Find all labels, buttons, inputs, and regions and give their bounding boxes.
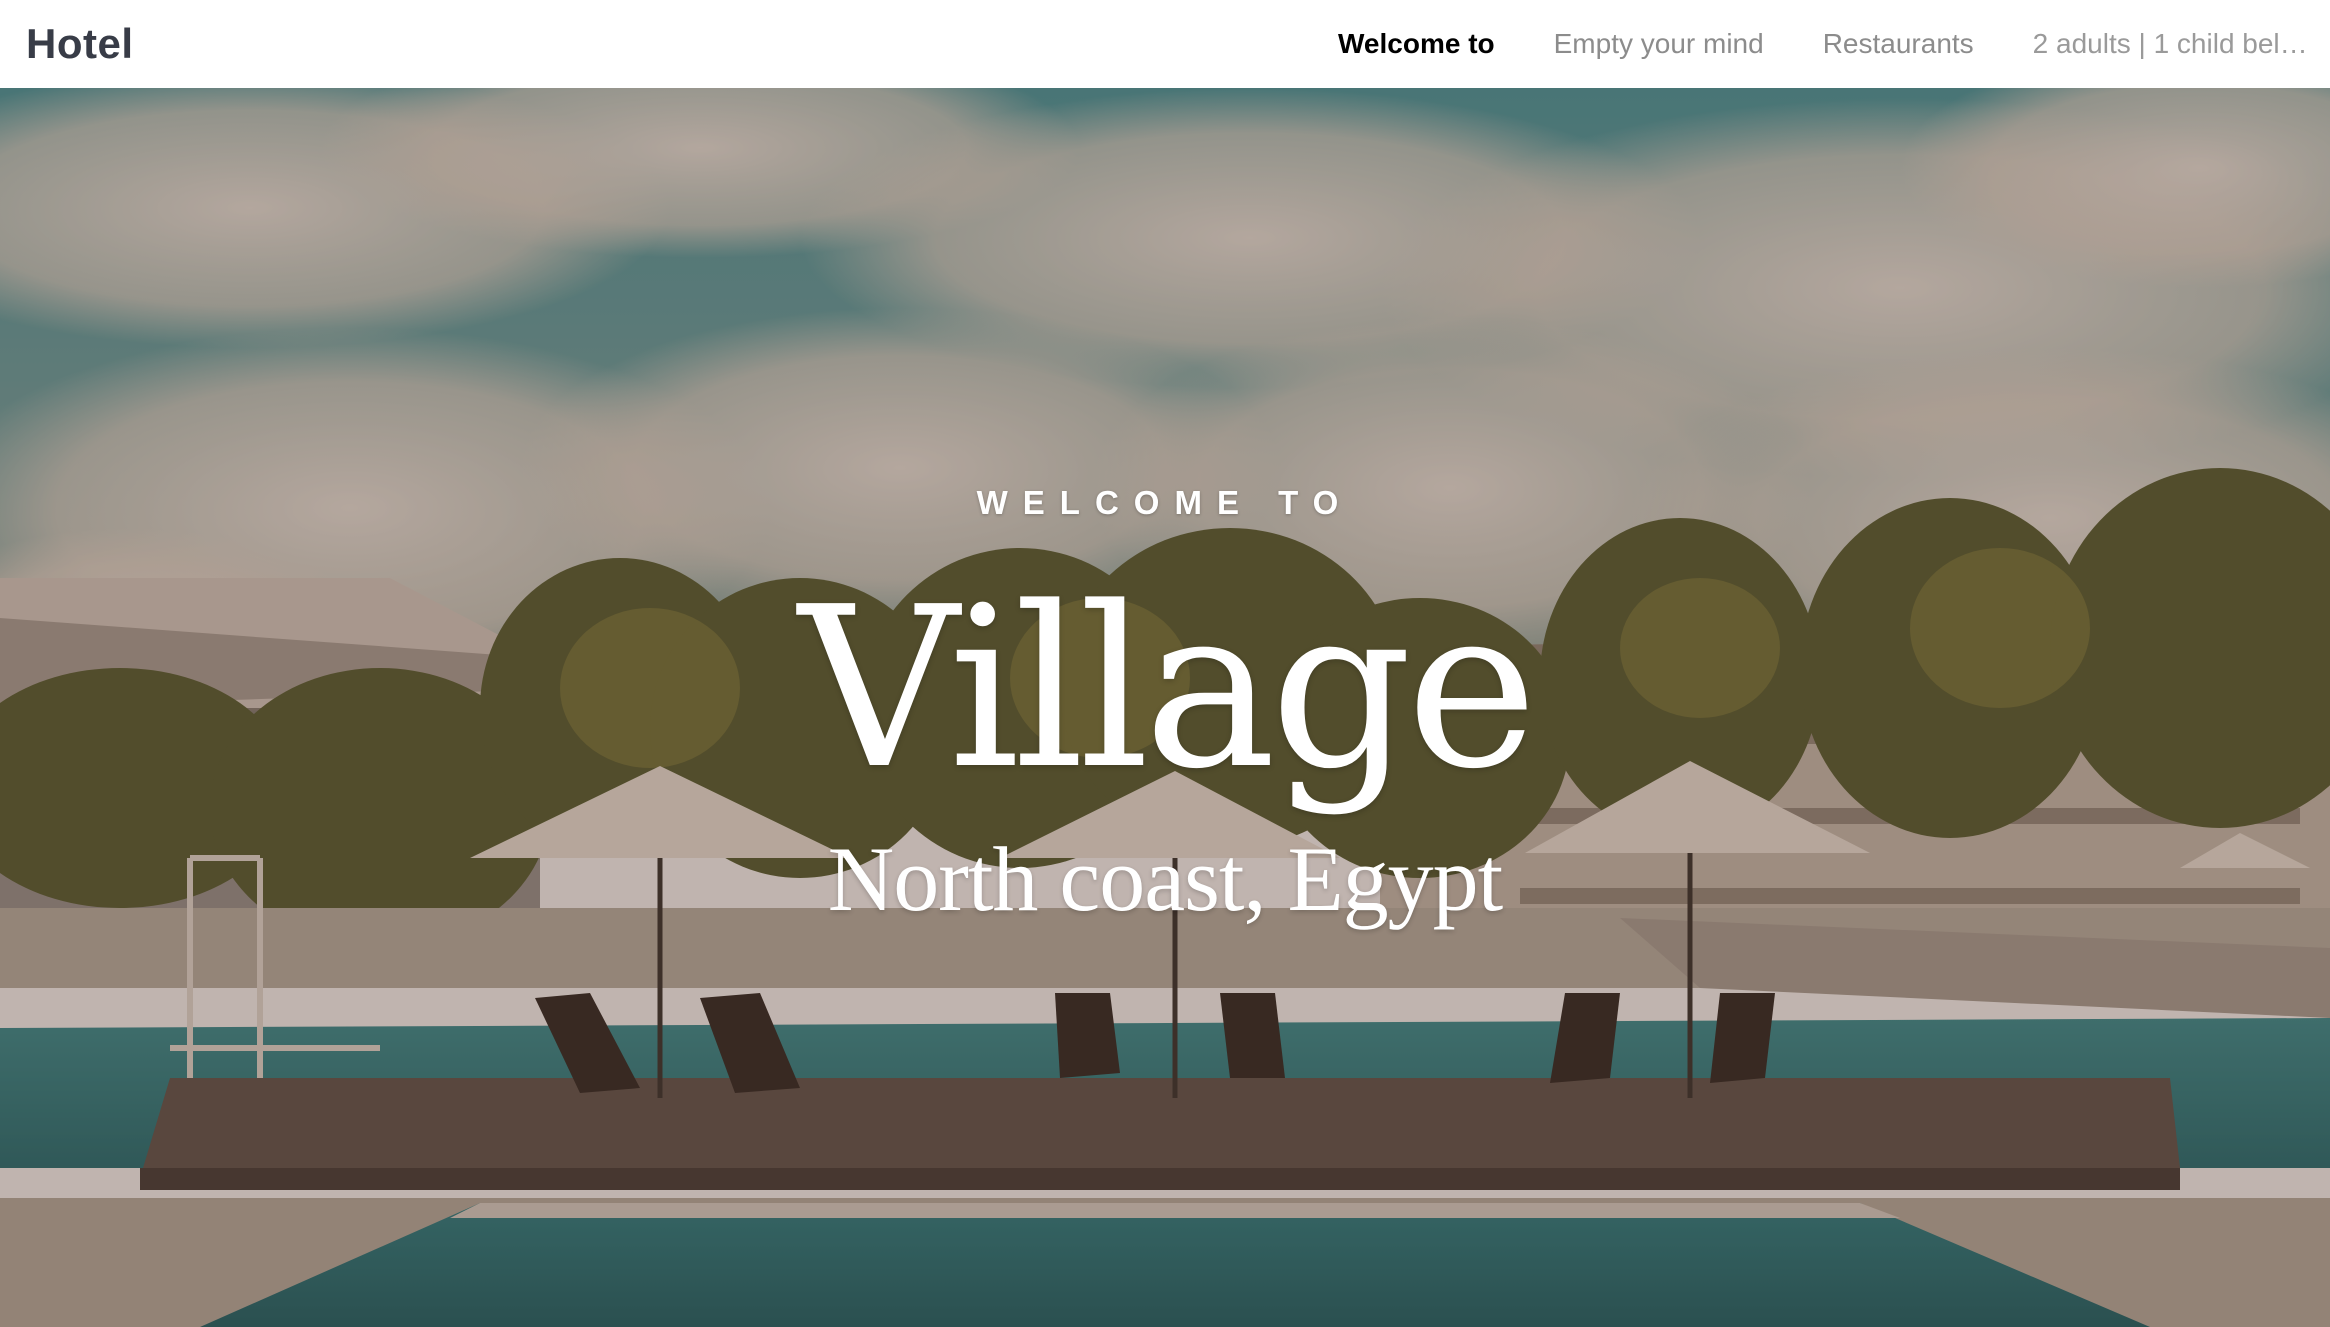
nav-link-welcome[interactable]: Welcome to [1338, 28, 1495, 60]
nav-link-empty-your-mind[interactable]: Empty your mind [1554, 28, 1764, 60]
hero-title: Village [798, 560, 1537, 818]
hero-eyebrow: WELCOME TO [976, 484, 1354, 521]
brand-logo[interactable]: Hotel [26, 20, 134, 68]
nav-link-guests[interactable]: 2 adults | 1 child bel… [2033, 28, 2330, 60]
nav-links: Welcome to Empty your mind Restaurants 2… [1338, 0, 2330, 88]
hero-subtitle: North coast, Egypt [827, 828, 1503, 930]
top-navbar: Hotel Welcome to Empty your mind Restaur… [0, 0, 2330, 88]
nav-link-restaurants[interactable]: Restaurants [1823, 28, 1974, 60]
hero-section: WELCOME TO Village North coast, Egypt [0, 88, 2330, 1327]
